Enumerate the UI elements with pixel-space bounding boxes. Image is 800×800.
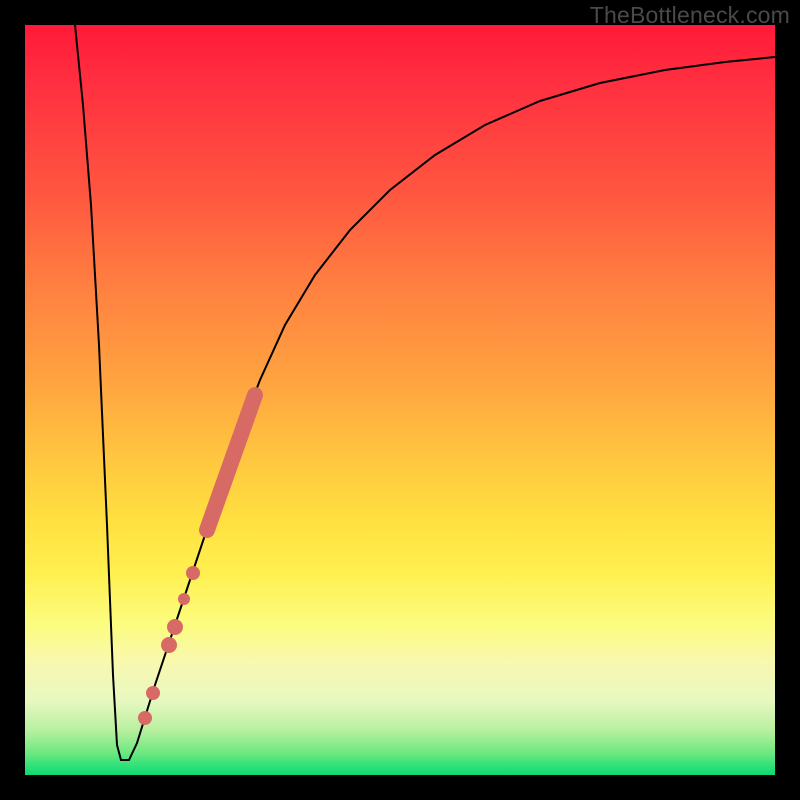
- chart-frame: TheBottleneck.com: [0, 0, 800, 800]
- highlight-band: [25, 25, 775, 775]
- plot-area: [25, 25, 775, 775]
- watermark-label: TheBottleneck.com: [590, 2, 790, 29]
